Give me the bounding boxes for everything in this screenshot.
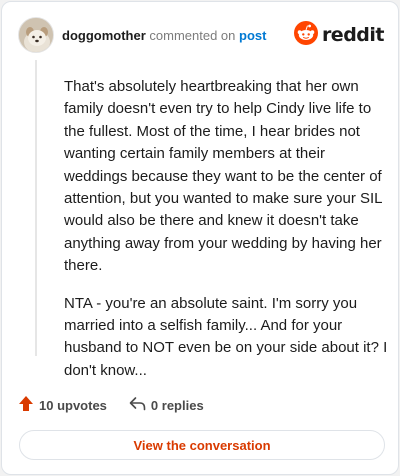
comment-header: doggomother commented on post reddit bbox=[18, 16, 385, 54]
reply-arrow-icon bbox=[129, 396, 146, 414]
upvotes-label: 10 upvotes bbox=[39, 397, 107, 413]
replies-label: 0 replies bbox=[150, 397, 204, 413]
user-avatar[interactable] bbox=[18, 17, 54, 53]
comment-paragraph: That's absolutely heartbreaking that her… bbox=[64, 78, 382, 275]
thread-line bbox=[35, 60, 37, 356]
comment-actions: 10 upvotes 0 replies bbox=[18, 394, 226, 416]
view-conversation-button[interactable]: View the conversation bbox=[19, 430, 385, 460]
reply-count[interactable]: 0 replies bbox=[129, 396, 204, 414]
comment-embed-card: doggomother commented on post reddit Tha… bbox=[1, 1, 399, 475]
reddit-snoo-icon bbox=[293, 20, 318, 50]
reddit-logo[interactable]: reddit bbox=[293, 20, 385, 50]
post-link[interactable]: post bbox=[239, 28, 266, 43]
action-text: commented on bbox=[149, 27, 236, 43]
upvote-arrow-icon bbox=[18, 395, 34, 415]
comment-meta: doggomother commented on post bbox=[62, 28, 266, 43]
username-link[interactable]: doggomother bbox=[62, 28, 146, 43]
reddit-wordmark: reddit bbox=[321, 24, 385, 46]
upvote-count[interactable]: 10 upvotes bbox=[18, 395, 107, 415]
comment-body: That's absolutely heartbreaking that her… bbox=[64, 76, 388, 397]
comment-paragraph: NTA - you're an absolute saint. I'm sorr… bbox=[64, 294, 388, 379]
